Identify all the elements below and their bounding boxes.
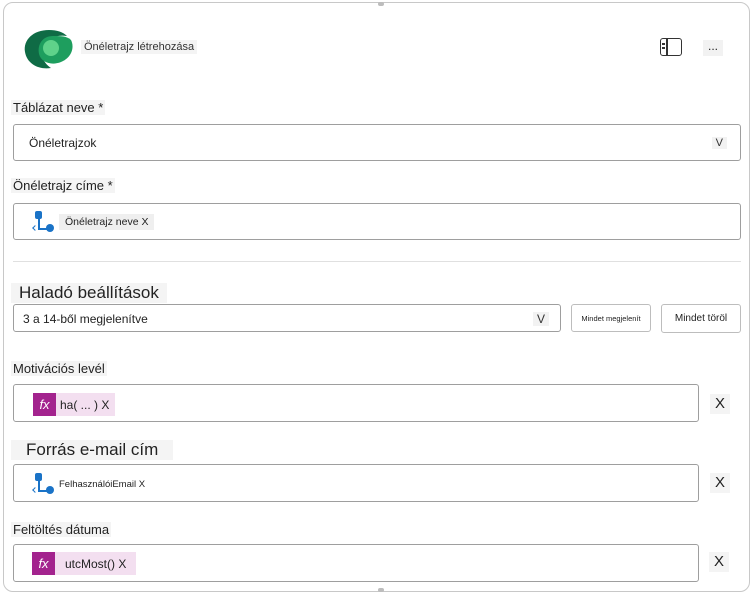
dataverse-logo-icon (24, 30, 73, 69)
page-title: Önéletrajz létrehozása (81, 40, 198, 54)
upload-date-token[interactable]: fx utcMost() X (32, 552, 137, 575)
upload-date-token-label: utcMost() X (65, 556, 127, 571)
advanced-select[interactable]: 3 a 14-ből megjelenítve V (13, 304, 561, 332)
show-all-button[interactable]: Mindet megjelenít (571, 304, 651, 332)
advanced-heading: Haladó beállítások (11, 283, 167, 303)
table-name-label: Táblázat neve * (11, 100, 106, 115)
chevron-down-icon: V (532, 312, 549, 326)
more-options-button[interactable]: ... (703, 40, 723, 56)
remove-source-email-button[interactable]: X (710, 473, 730, 493)
motivation-token-label: ha( ... ) X (60, 397, 110, 412)
panel-divider (666, 39, 668, 55)
top-notch (378, 2, 384, 6)
bottom-notch (378, 588, 384, 592)
motivation-label: Motivációs levél (11, 361, 107, 376)
panel-line (662, 47, 665, 49)
remove-upload-date-button[interactable]: X (709, 552, 729, 572)
upload-date-field[interactable]: fx utcMost() X (13, 544, 699, 582)
resume-title-label: Önéletrajz címe * (11, 178, 115, 193)
panel-line (662, 43, 665, 45)
upload-date-label: Feltöltés dátuma (11, 522, 112, 537)
table-name-value: Önéletrajzok (29, 136, 97, 150)
advanced-select-value: 3 a 14-ből megjelenítve (23, 312, 148, 326)
section-divider (13, 261, 741, 262)
motivation-field[interactable]: fx ha( ... ) X (13, 384, 699, 422)
fx-icon: fx (33, 393, 56, 416)
clear-all-button[interactable]: Mindet töröl (661, 304, 741, 333)
resume-title-field[interactable]: Önéletrajz neve X (13, 203, 741, 240)
chevron-down-icon: V (711, 137, 727, 149)
user-email-token-label: FelhasználóiEmail X (59, 478, 146, 490)
resume-name-token-label: Önéletrajz neve X (59, 214, 155, 230)
side-panel-icon[interactable] (660, 38, 682, 56)
source-email-field[interactable]: FelhasználóiEmail X (13, 464, 699, 502)
resume-name-token[interactable]: Önéletrajz neve X (32, 211, 155, 233)
motivation-token[interactable]: fx ha( ... ) X (33, 393, 116, 416)
flow-node-icon (32, 211, 55, 233)
remove-motivation-button[interactable]: X (710, 394, 730, 414)
table-name-select[interactable]: Önéletrajzok V (13, 124, 741, 161)
flow-node-icon (32, 473, 55, 495)
fx-icon: fx (32, 552, 55, 575)
source-email-label: Forrás e-mail cím (11, 440, 174, 460)
user-email-token[interactable]: FelhasználóiEmail X (32, 473, 151, 495)
